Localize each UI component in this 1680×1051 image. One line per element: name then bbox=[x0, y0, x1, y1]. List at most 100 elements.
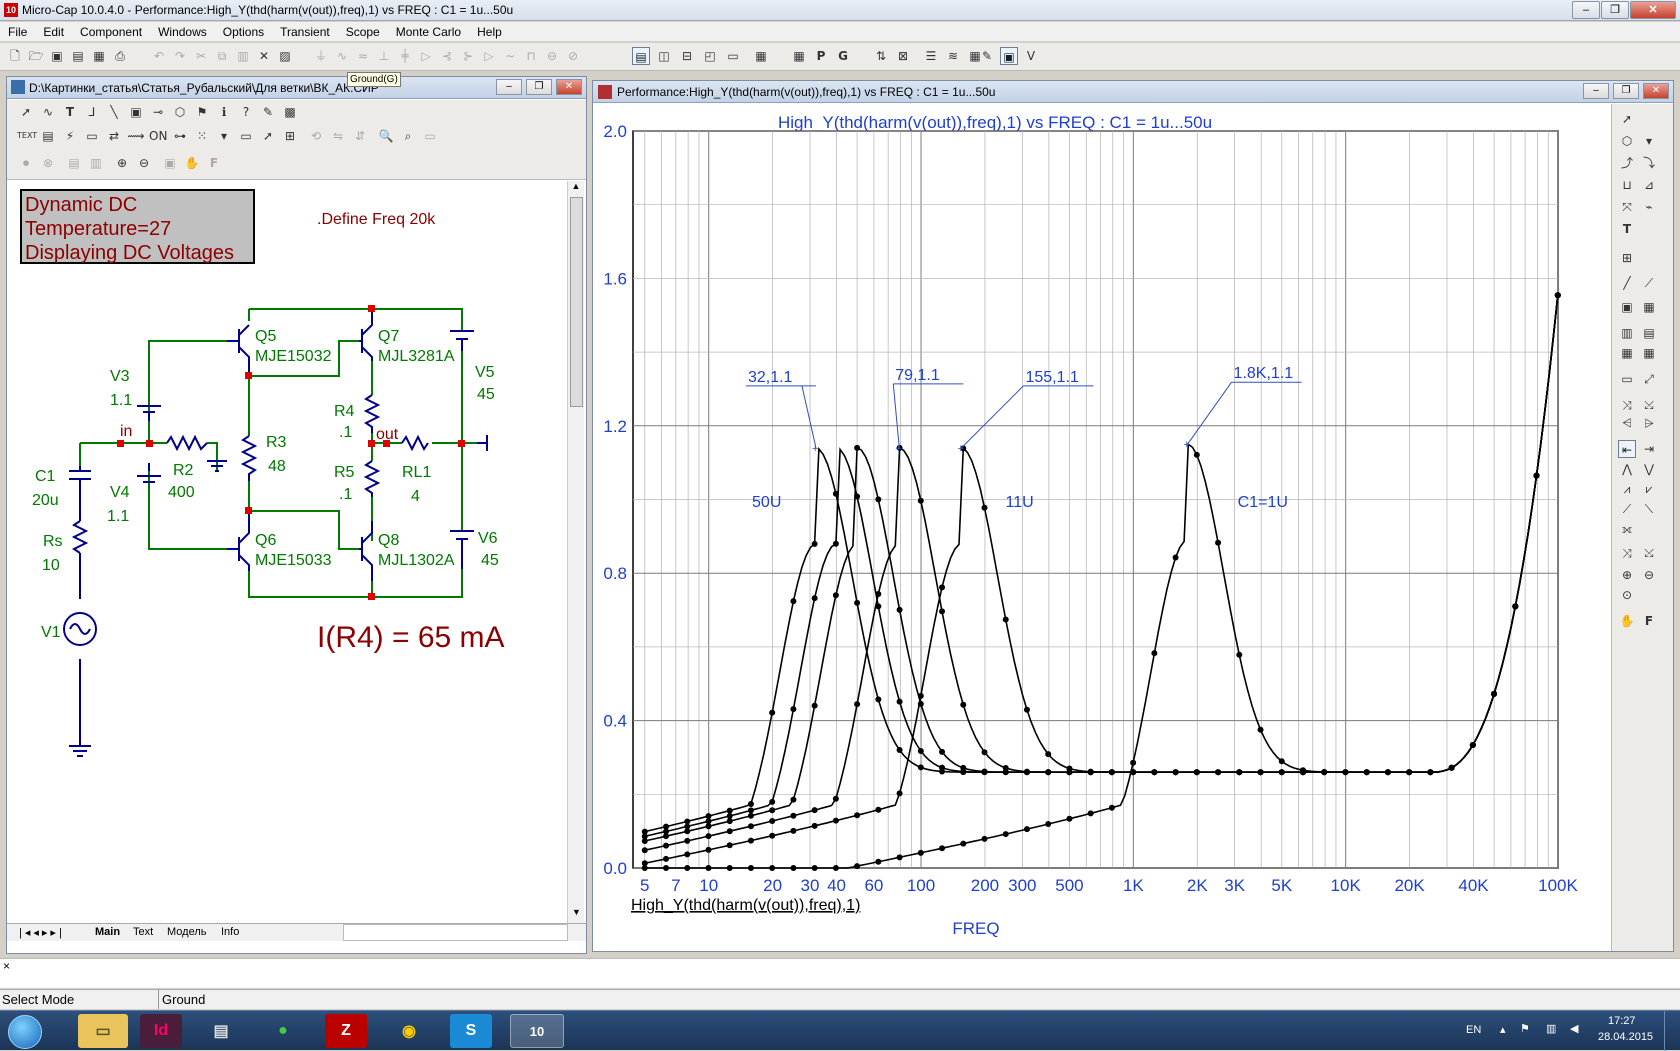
plot-text-icon[interactable]: T bbox=[1618, 220, 1636, 238]
tray-network-icon[interactable]: ▥ bbox=[1546, 1022, 1556, 1035]
split-icon[interactable]: ◰ bbox=[701, 47, 719, 65]
pan-icon[interactable]: ✋ bbox=[183, 154, 201, 172]
slope-up-icon[interactable]: ⋀ bbox=[1618, 460, 1636, 478]
cancel-icon[interactable]: ⊗ bbox=[39, 154, 57, 172]
minor-grid-icon[interactable]: ▥ bbox=[1618, 324, 1636, 342]
taskbar-explorer-icon[interactable]: ▭ bbox=[78, 1014, 128, 1048]
schematic-close-button[interactable]: ✕ bbox=[556, 79, 582, 95]
minimize-button[interactable]: – bbox=[1572, 1, 1600, 19]
go-right-icon[interactable]: ⇥ bbox=[1640, 440, 1658, 458]
taskbar-filezilla-icon[interactable]: Z bbox=[325, 1014, 367, 1048]
properties-icon[interactable]: ⊞ bbox=[281, 127, 299, 145]
menu-scope[interactable]: Scope bbox=[338, 25, 388, 39]
currents-icon[interactable]: ⇄ bbox=[105, 127, 123, 145]
sine-tool-icon[interactable]: ∼ bbox=[501, 47, 519, 65]
data-points-icon[interactable]: ▭ bbox=[1618, 370, 1636, 388]
font-icon[interactable]: F bbox=[205, 154, 223, 172]
waveform-icon[interactable]: ≋ bbox=[944, 47, 962, 65]
zoom-in-icon[interactable]: ⊕ bbox=[113, 154, 131, 172]
list-icon[interactable]: ☰ bbox=[922, 47, 940, 65]
low-icon[interactable]: ⩥ bbox=[1640, 414, 1658, 432]
tile-vertical-icon[interactable]: ◫ bbox=[655, 47, 673, 65]
save-all-icon[interactable]: ▤ bbox=[69, 47, 87, 65]
plot-zoom-fit-icon[interactable]: ⊙ bbox=[1618, 586, 1636, 604]
schematic-maximize-button[interactable]: ❐ bbox=[526, 79, 552, 95]
menu-monte-carlo[interactable]: Monte Carlo bbox=[388, 25, 469, 39]
prev-page-icon[interactable]: ▤ bbox=[65, 154, 83, 172]
zoom-out-icon[interactable]: ⊖ bbox=[135, 154, 153, 172]
tag-mode-icon[interactable]: ⌁ bbox=[1640, 198, 1658, 216]
go-left-icon[interactable]: ⇤ bbox=[1618, 440, 1636, 458]
mirror-icon[interactable]: ⇋ bbox=[329, 127, 347, 145]
text-mode-icon[interactable]: TEXT bbox=[17, 127, 37, 145]
menu-options[interactable]: Options bbox=[215, 25, 272, 39]
p-icon[interactable]: P bbox=[812, 47, 830, 65]
battery-tool-icon[interactable]: ⊥ bbox=[375, 47, 393, 65]
start-button[interactable] bbox=[8, 1015, 42, 1049]
scroll-up-icon[interactable]: ▲ bbox=[568, 181, 584, 197]
menu-windows[interactable]: Windows bbox=[150, 25, 215, 39]
global-low-icon[interactable]: ⟍ bbox=[1640, 500, 1658, 518]
tag-vertical-icon[interactable]: ⊔ bbox=[1618, 176, 1636, 194]
layout-a-icon[interactable]: ▦ bbox=[1618, 344, 1636, 362]
undo-icon[interactable]: ↶ bbox=[150, 47, 168, 65]
power-icon[interactable]: ⟿ bbox=[127, 127, 145, 145]
wire-icon[interactable]: ∿ bbox=[39, 103, 57, 121]
menu-file[interactable]: File bbox=[0, 25, 35, 39]
pencil-icon[interactable]: ✎ bbox=[978, 47, 996, 65]
print-icon[interactable]: ⎙ bbox=[111, 47, 129, 65]
cursor-mode-icon[interactable]: ⟗ bbox=[1618, 520, 1636, 538]
voltages-icon[interactable]: ⚡ bbox=[61, 127, 79, 145]
ground-tool-icon[interactable]: ⏚ bbox=[312, 47, 330, 65]
menu-help[interactable]: Help bbox=[469, 25, 510, 39]
help-icon[interactable]: ? bbox=[237, 103, 255, 121]
plot-zoom-out-icon[interactable]: ⊖ bbox=[1640, 566, 1658, 584]
tile-horizontal-icon[interactable]: ⊟ bbox=[678, 47, 696, 65]
log-scale-icon[interactable]: ⟋ bbox=[1640, 274, 1658, 292]
calculator-icon[interactable]: ▦ bbox=[752, 47, 770, 65]
redo-icon[interactable]: ↷ bbox=[171, 47, 189, 65]
taskbar-document-icon[interactable]: ▤ bbox=[200, 1014, 242, 1048]
tokens-icon[interactable]: ⤢ bbox=[1640, 370, 1658, 388]
find-icon[interactable]: 🔍 bbox=[377, 127, 395, 145]
opamp-tool-icon[interactable]: ▷ bbox=[480, 47, 498, 65]
tab-nav-arrows-icon[interactable]: |◂◂▸▸| bbox=[19, 926, 65, 939]
cut-icon[interactable]: ✂ bbox=[192, 47, 210, 65]
stepping-icon[interactable]: ⇅ bbox=[872, 47, 890, 65]
plot-maximize-button[interactable]: ❐ bbox=[1613, 83, 1639, 99]
maximize-button[interactable]: ❐ bbox=[1601, 1, 1629, 19]
analysis-icon[interactable]: ▣ bbox=[1000, 47, 1018, 65]
flag-icon[interactable]: ⚑ bbox=[193, 103, 211, 121]
tray-show-hidden-icon[interactable]: ▴ bbox=[1500, 1023, 1506, 1036]
print-preview-icon[interactable]: ▦ bbox=[90, 47, 108, 65]
source-tool-icon[interactable]: ⊖ bbox=[543, 47, 561, 65]
next-page-icon[interactable]: ▥ bbox=[87, 154, 105, 172]
attributes-icon[interactable]: ▭ bbox=[83, 127, 101, 145]
plot-font-icon[interactable]: F bbox=[1640, 612, 1658, 630]
schematic-vertical-scrollbar[interactable]: ▲ ▼ bbox=[567, 181, 584, 923]
taskbar-microcap-icon[interactable]: 10 bbox=[510, 1014, 564, 1048]
grid-dots-icon[interactable]: ⁙ bbox=[193, 127, 211, 145]
inflection-b-icon[interactable]: ⩗ bbox=[1640, 480, 1658, 498]
shapes-icon[interactable]: ⬡ bbox=[171, 103, 189, 121]
inductor-tool-icon[interactable]: ≈ bbox=[354, 47, 372, 65]
global-high-icon[interactable]: ⟋ bbox=[1618, 500, 1636, 518]
point-icon[interactable]: ✎ bbox=[259, 103, 277, 121]
flip-icon[interactable]: ⇵ bbox=[351, 127, 369, 145]
diagonal-wire-icon[interactable]: ╲ bbox=[105, 103, 123, 121]
inflection-icon[interactable]: ⩘ bbox=[1618, 480, 1636, 498]
title-block-icon[interactable]: ▭ bbox=[237, 127, 255, 145]
tab-model[interactable]: Модель bbox=[167, 926, 206, 938]
rotate-icon[interactable]: ⟲ bbox=[307, 127, 325, 145]
conditions-icon[interactable]: ON bbox=[149, 127, 167, 145]
select-all-icon[interactable]: ▨ bbox=[276, 47, 294, 65]
valley-icon[interactable]: ⤩ bbox=[1640, 396, 1658, 414]
close-panel-icon[interactable]: × bbox=[3, 959, 10, 973]
new-icon[interactable]: 🗋 bbox=[6, 47, 24, 65]
cascade-icon[interactable]: ▤ bbox=[632, 47, 650, 65]
taskbar-indesign-icon[interactable]: Id bbox=[140, 1014, 182, 1048]
schematic-horizontal-scrollbar[interactable] bbox=[343, 924, 568, 941]
menu-component[interactable]: Component bbox=[72, 25, 150, 39]
menu-edit[interactable]: Edit bbox=[35, 25, 72, 39]
grid-toggle-icon[interactable]: ▦ bbox=[1640, 298, 1658, 316]
